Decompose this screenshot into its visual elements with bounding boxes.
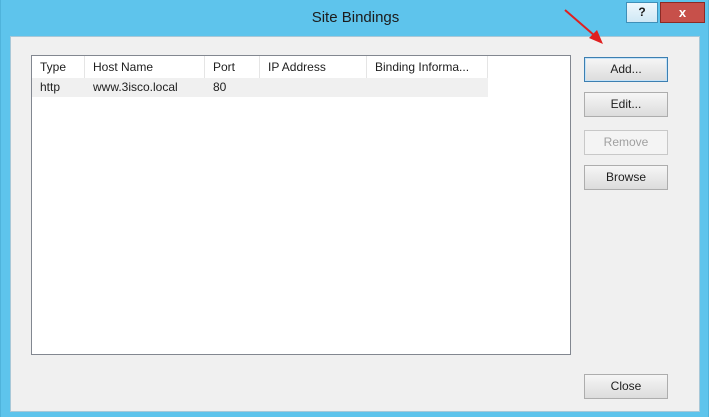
- cell-port: 80: [213, 80, 227, 94]
- add-button[interactable]: Add...: [584, 57, 668, 82]
- column-header-type[interactable]: Type: [32, 56, 85, 78]
- column-header-port[interactable]: Port: [205, 56, 260, 78]
- remove-button[interactable]: Remove: [584, 130, 668, 155]
- column-header-host-name[interactable]: Host Name: [85, 56, 205, 78]
- dialog-body: Type Host Name Port IP Address Binding I…: [10, 36, 700, 412]
- edit-button[interactable]: Edit...: [584, 92, 668, 117]
- table-row[interactable]: http www.3isco.local 80: [32, 78, 488, 97]
- cell-binding-information: [367, 78, 488, 97]
- help-button[interactable]: ?: [626, 2, 658, 23]
- close-window-button[interactable]: x: [660, 2, 705, 23]
- cell-ip-address: [260, 78, 367, 97]
- annotation-arrow-icon: [564, 9, 603, 44]
- close-button[interactable]: Close: [584, 374, 668, 399]
- list-header: Type Host Name Port IP Address Binding I…: [32, 56, 488, 79]
- cell-type: http: [40, 80, 61, 94]
- cell-host-name: www.3isco.local: [93, 80, 178, 94]
- site-bindings-window: Site Bindings ? x Type Host Name Port IP…: [0, 0, 709, 417]
- column-header-binding-information[interactable]: Binding Informa...: [367, 56, 488, 78]
- bindings-list[interactable]: Type Host Name Port IP Address Binding I…: [31, 55, 571, 355]
- browse-button[interactable]: Browse: [584, 165, 668, 190]
- column-header-ip-address[interactable]: IP Address: [260, 56, 367, 78]
